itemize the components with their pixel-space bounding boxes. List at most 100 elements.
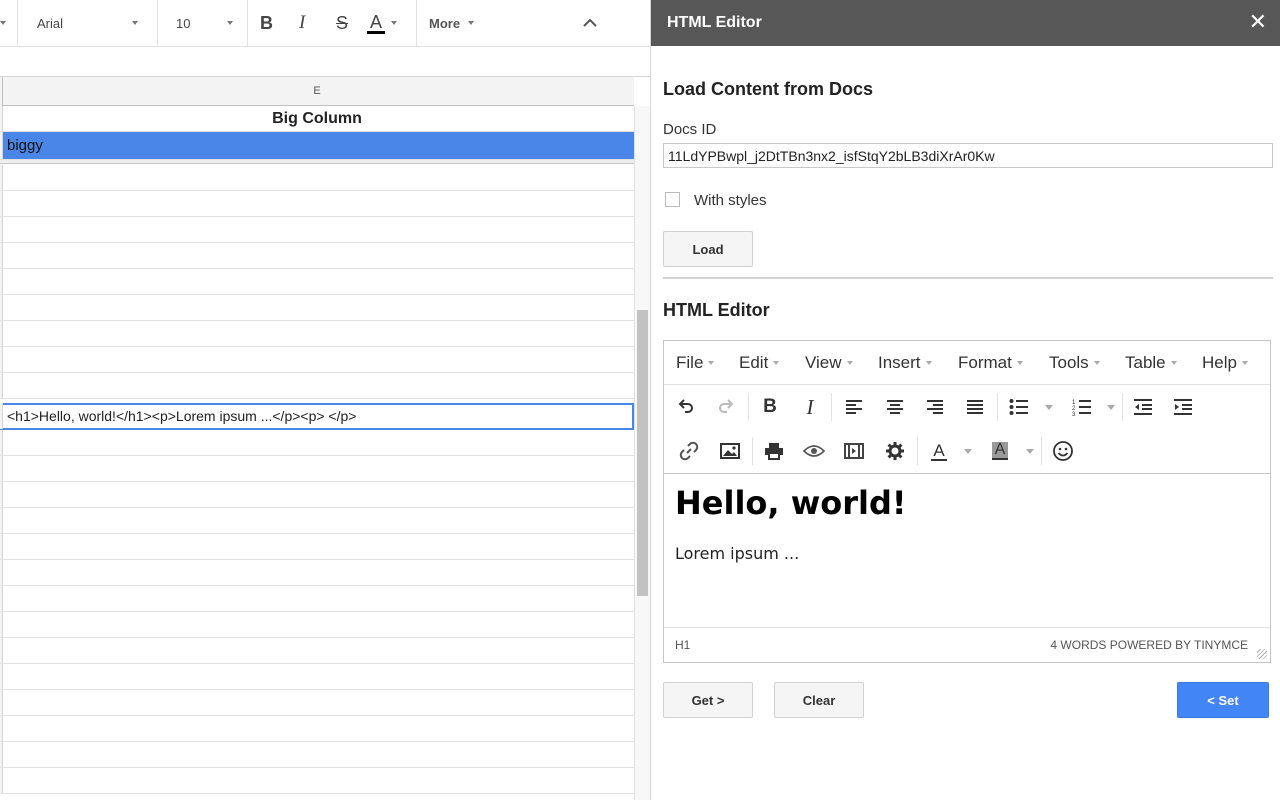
editor-content-area[interactable]: Hello, world! Lorem ipsum ...: [664, 474, 1270, 627]
cell-active[interactable]: <h1>Hello, world!</h1><p>Lorem ipsum ...…: [0, 403, 634, 430]
bold-button[interactable]: B: [260, 0, 273, 46]
menu-label: View: [805, 353, 842, 372]
undo-icon: [678, 399, 693, 413]
table-row[interactable]: [0, 586, 634, 612]
table-row[interactable]: [0, 321, 634, 347]
table-row[interactable]: [0, 430, 634, 456]
menu-tools[interactable]: Tools: [1049, 353, 1100, 373]
chevron-down-icon[interactable]: [964, 449, 972, 454]
italic-button[interactable]: I: [797, 394, 823, 420]
close-icon[interactable]: ✕: [1249, 11, 1267, 33]
print-button[interactable]: [761, 438, 787, 464]
font-size-select[interactable]: 10: [176, 0, 236, 46]
table-row[interactable]: [0, 165, 634, 191]
set-button[interactable]: < Set: [1177, 682, 1269, 718]
menu-view[interactable]: View: [805, 353, 853, 373]
table-row[interactable]: [0, 612, 634, 638]
bold-button[interactable]: B: [757, 394, 783, 420]
chevron-down-icon[interactable]: [1045, 405, 1053, 410]
table-row[interactable]: [0, 217, 634, 243]
table-row[interactable]: [0, 690, 634, 716]
table-row[interactable]: [0, 347, 634, 373]
font-family-select[interactable]: Arial: [37, 0, 141, 46]
chevron-down-icon[interactable]: [1107, 405, 1115, 410]
table-row[interactable]: [0, 269, 634, 295]
table-row[interactable]: [0, 373, 634, 399]
table-row[interactable]: [0, 664, 634, 690]
more-button[interactable]: More: [429, 0, 475, 46]
editor-section-title: HTML Editor: [663, 300, 770, 320]
editor-toolbar-row-1: B I 123: [664, 385, 1270, 429]
clear-button[interactable]: Clear: [774, 682, 864, 718]
justify-button[interactable]: [962, 394, 988, 420]
text-color-icon: A: [367, 13, 386, 34]
menu-edit[interactable]: Edit: [739, 353, 780, 373]
undo-button[interactable]: [673, 394, 699, 420]
strikethrough-button[interactable]: S: [336, 0, 348, 46]
chevron-down-icon: [1016, 361, 1023, 365]
table-row[interactable]: [0, 456, 634, 482]
table-row[interactable]: [0, 191, 634, 217]
row-gutter: [0, 403, 3, 429]
cell-selected[interactable]: biggy: [0, 132, 634, 160]
link-button[interactable]: [676, 438, 702, 464]
toolbar-separator: [748, 393, 749, 421]
editor-toolbar-row-2: A A: [664, 429, 1270, 474]
menu-file[interactable]: File: [676, 353, 715, 373]
preview-button[interactable]: [801, 438, 827, 464]
outdent-button[interactable]: [1130, 394, 1156, 420]
settings-button[interactable]: [882, 438, 908, 464]
table-row[interactable]: [0, 638, 634, 664]
align-center-button[interactable]: [882, 394, 908, 420]
row-gutter: [0, 690, 3, 715]
emoticons-button[interactable]: [1050, 438, 1076, 464]
formula-bar[interactable]: [0, 47, 650, 77]
toolbar-dropdown-caret[interactable]: [0, 0, 6, 46]
menu-table[interactable]: Table: [1125, 353, 1177, 373]
resize-handle[interactable]: [1257, 649, 1267, 659]
table-row[interactable]: [0, 768, 634, 794]
table-row[interactable]: [0, 742, 634, 768]
column-header-e[interactable]: E: [0, 77, 634, 106]
italic-button[interactable]: I: [299, 0, 305, 46]
table-row[interactable]: [0, 482, 634, 508]
freeze-divider[interactable]: [0, 160, 634, 164]
docs-id-input[interactable]: [663, 143, 1273, 168]
table-row[interactable]: [0, 295, 634, 321]
menu-insert[interactable]: Insert: [878, 353, 932, 373]
chevron-down-icon: [391, 21, 398, 25]
text-color-button[interactable]: A: [926, 438, 952, 464]
bold-icon: B: [260, 12, 273, 33]
bullet-list-button[interactable]: [1006, 394, 1032, 420]
cell-header[interactable]: Big Column: [0, 106, 634, 132]
table-row[interactable]: [0, 716, 634, 742]
redo-button[interactable]: [713, 394, 739, 420]
indent-icon: [1174, 399, 1192, 415]
menu-help[interactable]: Help: [1202, 353, 1248, 373]
load-button[interactable]: Load: [663, 231, 753, 267]
vertical-scrollbar[interactable]: [634, 106, 650, 800]
table-row[interactable]: [0, 534, 634, 560]
indent-button[interactable]: [1170, 394, 1196, 420]
menu-format[interactable]: Format: [958, 353, 1023, 373]
numbered-list-button[interactable]: 123: [1069, 394, 1095, 420]
get-button[interactable]: Get >: [663, 682, 753, 718]
table-row[interactable]: [0, 243, 634, 269]
align-right-button[interactable]: [922, 394, 948, 420]
image-icon: [720, 443, 740, 459]
align-left-button[interactable]: [841, 394, 867, 420]
image-button[interactable]: [717, 438, 743, 464]
table-row[interactable]: [0, 508, 634, 534]
text-color-button[interactable]: A: [367, 0, 398, 46]
element-path[interactable]: H1: [675, 638, 690, 652]
chevron-down-icon[interactable]: [1026, 449, 1034, 454]
svg-text:3: 3: [1072, 412, 1076, 416]
collapse-toolbar-button[interactable]: [582, 0, 598, 46]
table-row[interactable]: [0, 560, 634, 586]
column-letter: E: [313, 85, 321, 97]
row-gutter: [0, 217, 3, 242]
scrollbar-thumb[interactable]: [637, 310, 648, 596]
background-color-button[interactable]: A: [987, 438, 1013, 464]
media-button[interactable]: [841, 438, 867, 464]
with-styles-checkbox[interactable]: [665, 192, 680, 207]
